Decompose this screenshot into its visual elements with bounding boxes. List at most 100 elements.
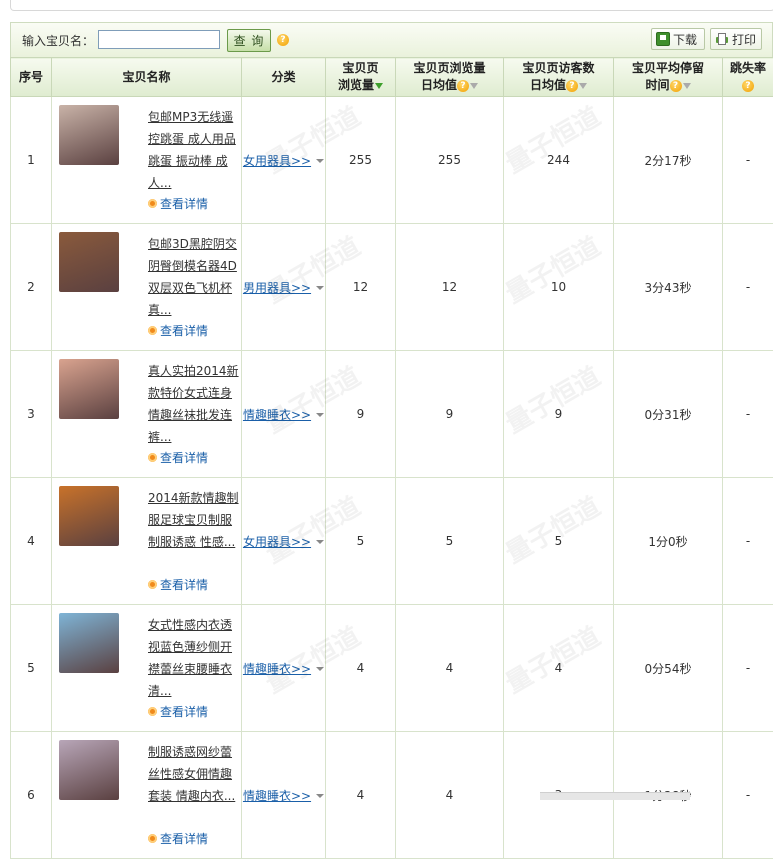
print-button[interactable]: 打印: [710, 28, 762, 50]
detail-icon: [148, 707, 157, 716]
page-views: 4: [326, 605, 396, 732]
col-daily-views[interactable]: 宝贝页浏览量 日均值?: [396, 58, 504, 97]
sort-icon[interactable]: [470, 83, 478, 89]
bounce-rate: -: [723, 97, 773, 224]
category-cell: 情趣睡衣>>: [242, 351, 326, 478]
sort-icon[interactable]: [579, 83, 587, 89]
question-icon[interactable]: ?: [670, 80, 682, 92]
daily-views: 9: [396, 351, 504, 478]
daily-visitors: 244: [504, 97, 614, 224]
category-link[interactable]: 情趣睡衣>>: [243, 408, 311, 422]
bounce-rate: -: [723, 605, 773, 732]
daily-views: 5: [396, 478, 504, 605]
category-link[interactable]: 情趣睡衣>>: [243, 789, 311, 803]
view-details-link[interactable]: 查看详情: [148, 703, 208, 720]
bounce-rate: -: [723, 732, 773, 859]
col-index: 序号: [11, 58, 52, 97]
page-views: 5: [326, 478, 396, 605]
chevron-down-icon[interactable]: [316, 413, 324, 417]
daily-views: 4: [396, 605, 504, 732]
top-panel-edge: [10, 0, 773, 11]
daily-views: 4: [396, 732, 504, 859]
sort-icon[interactable]: [683, 83, 691, 89]
printer-icon: [715, 32, 729, 46]
item-thumbnail[interactable]: [59, 486, 119, 546]
item-title-link[interactable]: 制服诱惑网纱蕾丝性感女佣情趣套装 情趣内衣...: [148, 741, 240, 807]
category-cell: 女用器具>>: [242, 478, 326, 605]
page-views: 4: [326, 732, 396, 859]
item-title-link[interactable]: 2014新款情趣制服足球宝贝制服 制服诱惑 性感...: [148, 487, 240, 553]
category-link[interactable]: 女用器具>>: [243, 154, 311, 168]
row-index: 1: [11, 97, 52, 224]
item-name-cell: 真人实拍2014新款特价女式连身情趣丝袜批发连裤... 查看详情: [52, 351, 242, 478]
col-page-views-label-2: 浏览量: [338, 78, 374, 92]
daily-views: 12: [396, 224, 504, 351]
search-label: 输入宝贝名：: [22, 32, 94, 49]
item-name-cell: 女式性感内衣透视蓝色薄纱侧开襟蕾丝束腰睡衣 清... 查看详情: [52, 605, 242, 732]
col-page-views-label-1: 宝贝页: [342, 61, 378, 75]
question-icon[interactable]: ?: [457, 80, 469, 92]
avg-stay-time: 3分43秒: [614, 224, 723, 351]
chevron-down-icon[interactable]: [316, 667, 324, 671]
col-item-name: 宝贝名称: [52, 58, 242, 97]
item-title-link[interactable]: 真人实拍2014新款特价女式连身情趣丝袜批发连裤...: [148, 360, 240, 448]
daily-visitors: 10: [504, 224, 614, 351]
detail-icon: [148, 453, 157, 462]
category-cell: 男用器具>>: [242, 224, 326, 351]
search-toolbar: 输入宝贝名： 查 询 ? 下载 打印: [10, 22, 773, 57]
col-page-views[interactable]: 宝贝页 浏览量: [326, 58, 396, 97]
item-name-cell: 2014新款情趣制服足球宝贝制服 制服诱惑 性感... 查看详情: [52, 478, 242, 605]
row-index: 6: [11, 732, 52, 859]
item-title-link[interactable]: 包邮MP3无线遥控跳蛋 成人用品跳蛋 振动棒 成人...: [148, 106, 240, 194]
row-index: 2: [11, 224, 52, 351]
view-details-link[interactable]: 查看详情: [148, 830, 208, 847]
item-thumbnail[interactable]: [59, 613, 119, 673]
item-stats-table: 序号 宝贝名称 分类 宝贝页 浏览量 宝贝页浏览量 日均值? 宝贝页访客数 日均…: [10, 57, 773, 859]
query-button[interactable]: 查 询: [227, 29, 271, 52]
bounce-rate: -: [723, 478, 773, 605]
item-thumbnail[interactable]: [59, 232, 119, 292]
detail-icon: [148, 834, 157, 843]
view-details-link[interactable]: 查看详情: [148, 576, 208, 593]
category-link[interactable]: 男用器具>>: [243, 281, 311, 295]
chevron-down-icon[interactable]: [316, 794, 324, 798]
chevron-down-icon[interactable]: [316, 540, 324, 544]
sort-desc-icon[interactable]: [375, 83, 383, 89]
download-button[interactable]: 下载: [651, 28, 705, 50]
col-daily-visitors[interactable]: 宝贝页访客数 日均值?: [504, 58, 614, 97]
category-link[interactable]: 情趣睡衣>>: [243, 662, 311, 676]
question-icon[interactable]: ?: [742, 80, 754, 92]
col-avg-stay[interactable]: 宝贝平均停留 时间?: [614, 58, 723, 97]
download-icon: [656, 32, 670, 46]
item-thumbnail[interactable]: [59, 740, 119, 800]
item-name-cell: 包邮MP3无线遥控跳蛋 成人用品跳蛋 振动棒 成人... 查看详情: [52, 97, 242, 224]
table-row: 3 真人实拍2014新款特价女式连身情趣丝袜批发连裤... 查看详情 情趣睡衣>…: [11, 351, 773, 478]
avg-stay-time: 1分0秒: [614, 478, 723, 605]
category-link[interactable]: 女用器具>>: [243, 535, 311, 549]
page-views: 12: [326, 224, 396, 351]
avg-stay-time: 0分54秒: [614, 605, 723, 732]
item-thumbnail[interactable]: [59, 359, 119, 419]
row-index: 3: [11, 351, 52, 478]
item-name-search-input[interactable]: [98, 30, 220, 49]
view-details-link[interactable]: 查看详情: [148, 322, 208, 339]
item-thumbnail[interactable]: [59, 105, 119, 165]
category-cell: 情趣睡衣>>: [242, 732, 326, 859]
daily-visitors: 4: [504, 605, 614, 732]
row-index: 4: [11, 478, 52, 605]
question-icon[interactable]: ?: [566, 80, 578, 92]
bounce-rate: -: [723, 224, 773, 351]
item-title-link[interactable]: 女式性感内衣透视蓝色薄纱侧开襟蕾丝束腰睡衣 清...: [148, 614, 240, 702]
col-bounce-rate: 跳失率 ?: [723, 58, 773, 97]
view-details-link[interactable]: 查看详情: [148, 195, 208, 212]
category-cell: 情趣睡衣>>: [242, 605, 326, 732]
chevron-down-icon[interactable]: [316, 159, 324, 163]
item-title-link[interactable]: 包邮3D黑腔阴交阴臀倒模名器4D双层双色飞机杯真...: [148, 233, 240, 321]
chevron-down-icon[interactable]: [316, 286, 324, 290]
table-header-row: 序号 宝贝名称 分类 宝贝页 浏览量 宝贝页浏览量 日均值? 宝贝页访客数 日均…: [11, 58, 773, 97]
daily-views: 255: [396, 97, 504, 224]
question-icon[interactable]: ?: [277, 34, 289, 46]
table-row: 5 女式性感内衣透视蓝色薄纱侧开襟蕾丝束腰睡衣 清... 查看详情 情趣睡衣>>…: [11, 605, 773, 732]
print-label: 打印: [732, 31, 756, 48]
view-details-link[interactable]: 查看详情: [148, 449, 208, 466]
